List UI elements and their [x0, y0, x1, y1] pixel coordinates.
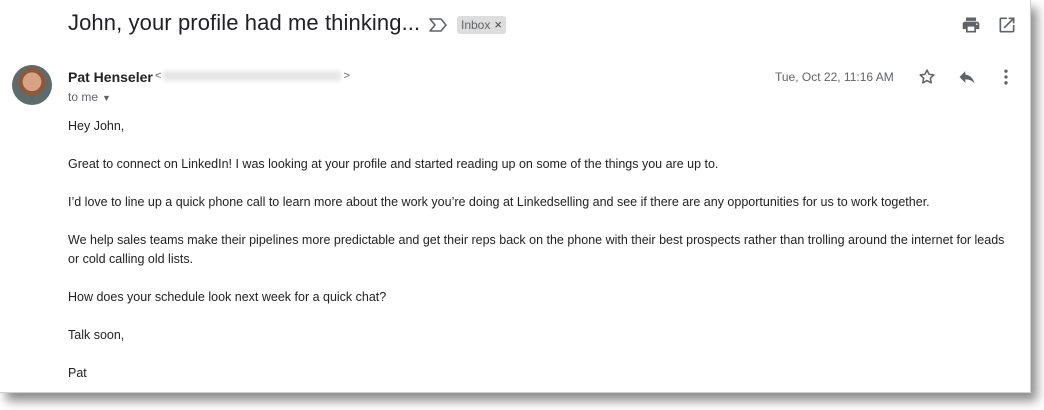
open-in-new-window-icon[interactable]	[997, 15, 1017, 35]
body-paragraph: Hey John,	[68, 119, 125, 133]
recipient-label: to me	[68, 90, 99, 104]
body-paragraph: Pat	[68, 366, 87, 380]
sender-name[interactable]: Pat Henseler	[68, 69, 153, 85]
sender-email-close: >	[343, 70, 350, 82]
body-paragraph: I’d love to line up a quick phone call t…	[68, 195, 930, 209]
more-vert-icon[interactable]	[996, 67, 1016, 87]
body-paragraph: Great to connect on LinkedIn! I was look…	[68, 157, 719, 171]
inbox-label-chip: Inbox ×	[457, 16, 506, 34]
body-paragraph: Talk soon,	[68, 328, 125, 342]
print-icon[interactable]	[961, 15, 981, 35]
sender-avatar[interactable]	[12, 65, 52, 105]
recipient-details-toggle[interactable]: to me ▼	[68, 90, 111, 104]
remove-label-button[interactable]: ×	[494, 16, 502, 34]
body-paragraph: We help sales teams make their pipelines…	[68, 233, 1005, 266]
label-text: Inbox	[461, 18, 491, 32]
reply-icon[interactable]	[957, 67, 977, 87]
body-paragraph: How does your schedule look next week fo…	[68, 290, 387, 304]
star-icon[interactable]	[917, 67, 937, 87]
email-body: Hey John, Great to connect on LinkedIn! …	[68, 117, 1018, 402]
chevron-down-icon: ▼	[102, 93, 111, 103]
sender-email: < >	[155, 70, 350, 82]
email-date: Tue, Oct 22, 11:16 AM	[775, 70, 894, 84]
importance-marker-icon[interactable]	[428, 17, 448, 33]
email-subject: John, your profile had me thinking...	[68, 10, 421, 35]
sender-email-open: <	[155, 70, 162, 82]
redacted-email-address	[163, 71, 342, 82]
